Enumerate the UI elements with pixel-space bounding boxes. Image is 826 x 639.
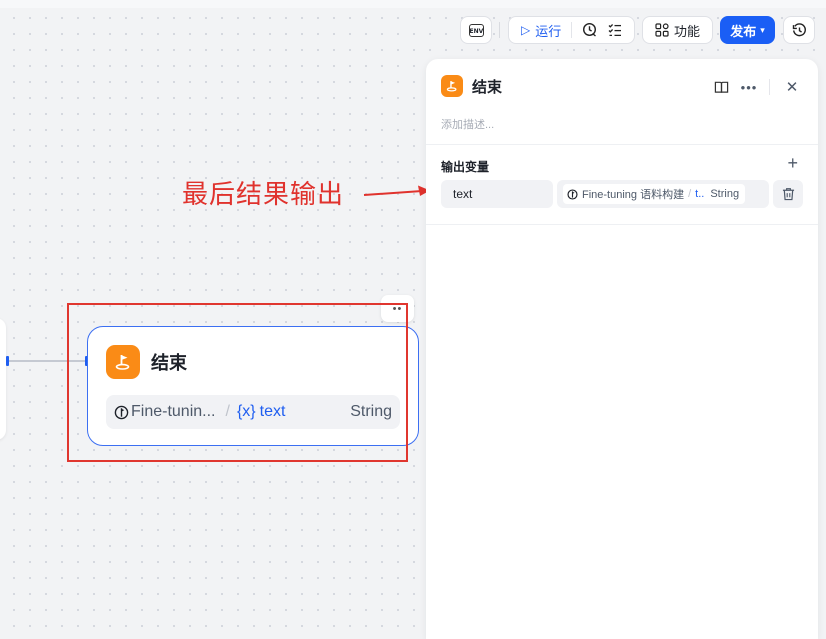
close-icon[interactable]: ✕: [782, 77, 802, 97]
end-node-icon: [441, 75, 463, 97]
history-icon: [792, 22, 806, 36]
highlight-box: [67, 303, 408, 462]
history-button[interactable]: [783, 16, 815, 44]
annotation-arrow: [363, 185, 430, 196]
debug-clock-icon[interactable]: [581, 21, 599, 39]
panel-title: 结束: [472, 78, 503, 96]
reference-type: String: [710, 188, 740, 200]
output-variables-title: 输出变量: [441, 160, 490, 174]
more-icon[interactable]: •••: [739, 77, 759, 97]
run-toolbar-group: ▷ 运行: [508, 16, 635, 44]
run-group-divider: [571, 22, 573, 38]
toolbar-divider: [499, 22, 500, 38]
path-separator: /: [688, 188, 692, 200]
function-button[interactable]: 功能: [642, 16, 713, 44]
delete-variable-button[interactable]: [773, 180, 803, 208]
publish-label: 发布: [730, 23, 757, 39]
actions-divider: [769, 79, 770, 95]
add-variable-button[interactable]: +: [787, 154, 798, 172]
trash-icon: [782, 188, 794, 201]
panel-actions: ••• ✕: [711, 77, 802, 97]
checklist-icon[interactable]: [606, 21, 624, 39]
variable-value-selector[interactable]: Fine-tuning 语料构建 / t.. String: [557, 180, 769, 208]
description-input[interactable]: 添加描述...: [441, 116, 494, 132]
run-button[interactable]: 运行: [535, 21, 561, 40]
reference-variable: t..: [695, 188, 705, 200]
function-icon: [655, 23, 669, 37]
output-port[interactable]: [6, 356, 9, 366]
section-divider: [426, 224, 818, 225]
chevron-down-icon: ▾: [760, 24, 765, 35]
publish-button[interactable]: 发布 ▾: [720, 16, 775, 44]
annotation-text: 最后结果输出: [182, 179, 345, 209]
top-strip: [0, 0, 826, 8]
header-divider: [426, 144, 818, 145]
previous-node-stub[interactable]: [0, 318, 6, 440]
reference-source: Fine-tuning 语料构建: [582, 189, 685, 201]
panel-header: 结束: [441, 75, 502, 97]
variable-name-field[interactable]: text: [441, 180, 553, 208]
variable-reference-chip[interactable]: Fine-tuning 语料构建 / t.. String: [563, 184, 746, 204]
source-node-icon: [567, 188, 578, 200]
book-icon[interactable]: [711, 77, 731, 97]
play-icon[interactable]: ▷: [521, 23, 530, 37]
node-config-panel: 结束 ••• ✕ 添加描述... 输出变量 + text Fine-tuning…: [426, 59, 818, 639]
function-label: 功能: [673, 23, 700, 39]
env-icon: ENV: [468, 23, 484, 37]
env-button[interactable]: ENV: [460, 16, 492, 44]
